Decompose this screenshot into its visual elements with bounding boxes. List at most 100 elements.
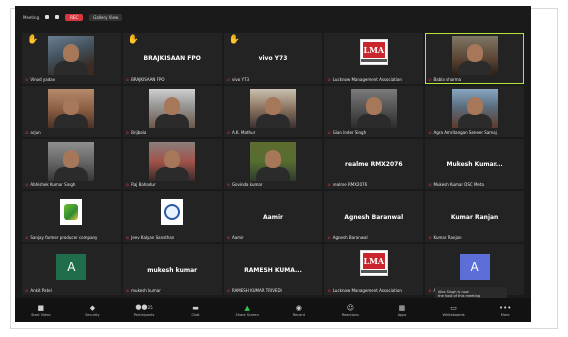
security-label: Security (85, 312, 100, 317)
participant-name-text: Vinod yadav (30, 76, 56, 82)
person-head-shape (63, 44, 80, 62)
participant-video (350, 88, 397, 128)
whiteboards-label: Whiteboards (442, 312, 465, 317)
logo-text: LMA (363, 45, 385, 55)
participant-tile[interactable]: ✋ vivo Y73 ⊘ vivo Y73 (223, 33, 323, 84)
recording-badge[interactable]: REC (65, 13, 84, 21)
record-label: Record (292, 312, 305, 317)
more-button[interactable]: ••• More (479, 298, 531, 322)
participant-tile[interactable]: LMA ⊘ Lucknow Management Association (324, 33, 424, 84)
participant-tile[interactable]: A ⊘ Ankit Patel (22, 244, 121, 295)
participant-display-name: mukesh kumar (147, 266, 198, 274)
participant-name-label: ⊘ Agra Amritangan Seneer Samaj (428, 130, 497, 135)
muted-mic-icon: ⊘ (125, 76, 130, 82)
person-head-shape (466, 44, 483, 62)
participant-tile[interactable]: ⊘ Govinda kumar (223, 138, 323, 190)
participant-name-label: ⊘ Govinda kumar (227, 182, 263, 187)
participant-name-label: ⊘ arjun (25, 130, 41, 135)
view-selector[interactable]: Gallery View (89, 13, 123, 21)
person-head-shape (164, 96, 181, 115)
participant-tile[interactable]: ⊘ Agra Amritangan Seneer Samaj (425, 85, 524, 137)
participant-tile[interactable]: ⊘ Abhishek Kumar Singh (22, 138, 121, 190)
whiteboards-button[interactable]: ▭ Whiteboards (428, 298, 480, 322)
share-screen-button[interactable]: ▲ Share Screen (221, 298, 273, 322)
participant-name-text: mukesh kumar (131, 287, 161, 293)
participant-video (249, 141, 296, 181)
participant-tile[interactable]: ✋ ⊘ Vinod yadav (22, 33, 121, 84)
participant-tile[interactable]: ⊘ Raj Bahadur (122, 138, 222, 190)
participant-name-text: BRAJKISAAN FPO (131, 76, 165, 82)
participant-name-text: Lucknow Management Association (332, 76, 402, 82)
participant-tile[interactable]: Aamir ⊘ Aamir (223, 191, 323, 243)
shield-icon[interactable] (45, 15, 50, 19)
chat-button[interactable]: ▬ Chat (170, 298, 222, 322)
participant-video (451, 88, 498, 128)
muted-mic-icon: ⊘ (226, 76, 230, 82)
security-button[interactable]: ◆ Security (67, 298, 119, 322)
share-screen-label: Share Screen (235, 312, 259, 317)
participant-video (149, 141, 196, 181)
participant-name-label: ⊘ BRAJKISAAN FPO (126, 77, 165, 82)
meeting-toolbar: ■ Start Video ◆ Security ●●25 Participan… (15, 298, 531, 322)
participant-tile[interactable]: ⊘ Sanjay farmer producer company (22, 191, 121, 243)
start-video-label: Start Video (31, 312, 51, 317)
participant-tile[interactable]: ✋ BRAJKISAAN FPO ⊘ BRAJKISAAN FPO (122, 33, 222, 84)
person-head-shape (63, 96, 80, 115)
start-video-button[interactable]: ■ Start Video (15, 298, 67, 322)
participant-display-name: realme RMX2076 (345, 160, 403, 168)
participant-name-label: ⊘ Agnesh Baranwal (327, 235, 367, 240)
participant-name-text: Brijbala (131, 129, 147, 135)
participant-grid: ✋ ⊘ Vinod yadav ✋ BRAJKISAAN FPO ⊘ BRAJKISAAN … (22, 33, 524, 295)
participant-name-label: ⊘ Abhishek Kumar Singh (25, 182, 75, 187)
participant-video (48, 88, 95, 128)
participant-tile[interactable]: Agnesh Baranwal ⊘ Agnesh Baranwal (324, 191, 424, 243)
participant-tile[interactable]: ⊘ Brijbala (122, 85, 222, 137)
muted-mic-icon: ⊘ (125, 235, 130, 241)
organization-logo (60, 199, 83, 226)
muted-mic-icon: ⊘ (25, 182, 29, 188)
logo-strip (360, 59, 387, 62)
reactions-button[interactable]: ☺ Reactions (325, 298, 377, 322)
participant-tile[interactable]: LMA ⊘ Lucknow Management Association (324, 244, 424, 295)
person-head-shape (264, 149, 281, 168)
person-shoulders-shape (54, 61, 89, 75)
participant-name-label: ⊘ Gian Inder Singh (327, 130, 366, 135)
muted-mic-icon: ⊘ (125, 287, 130, 293)
more-dots-icon: ••• (498, 303, 512, 312)
muted-mic-icon: ⊘ (428, 287, 432, 293)
participant-name-text: Lucknow Management Association (332, 287, 402, 293)
person-head-shape (164, 149, 181, 168)
info-icon[interactable] (55, 15, 60, 19)
participant-name-label: ⊘ vivo Y73 (227, 77, 249, 82)
participant-name-label: ⊘ Brijbala (126, 130, 147, 135)
muted-mic-icon: ⊘ (226, 287, 230, 293)
participant-tile[interactable]: RAMESH KUMA... ⊘ RAMESH KUMAR TRIVEDI (223, 244, 323, 295)
participant-tile[interactable]: ⊘ Babla sharma (425, 33, 524, 84)
participant-tile[interactable]: ⊘ arjun (22, 85, 121, 137)
participant-video (451, 36, 498, 75)
participant-tile[interactable]: Mukesh Kumar... ⊘ Mukesh Kumar DSC Meta (425, 138, 524, 190)
circle-emblem-icon (164, 204, 181, 221)
participant-tile[interactable]: ⊘ Gian Inder Singh (324, 85, 424, 137)
participants-button[interactable]: ●●25 Participants (118, 298, 170, 322)
participant-name-text: vivo Y73 (231, 76, 250, 82)
apps-button[interactable]: ▦ Apps (376, 298, 428, 322)
participant-tile[interactable]: mukesh kumar ⊘ mukesh kumar (122, 244, 222, 295)
person-shoulders-shape (255, 166, 290, 181)
record-button[interactable]: ◉ Record (273, 298, 325, 322)
participant-tile[interactable]: ⊘ Jeev Kalyan Sansthan (122, 191, 222, 243)
person-head-shape (264, 96, 281, 115)
participant-tile[interactable]: ⊘ A.K. Mathur (223, 85, 323, 137)
participant-tile[interactable]: Kumar Ranjan ⊘ Kumar Ranjan (425, 191, 524, 243)
participant-tile[interactable]: realme RMX2076 ⊘ realme RMX2076 (324, 138, 424, 190)
muted-mic-icon: ⊘ (125, 129, 130, 135)
muted-mic-icon: ⊘ (428, 182, 432, 188)
person-head-shape (365, 96, 382, 115)
participant-name-label: ⊘ Lucknow Management Association (327, 77, 402, 82)
participant-name-label: ⊘ A.K. Mathur (227, 130, 256, 135)
participant-name-text: Jeev Kalyan Sansthan (131, 235, 175, 241)
participant-name-text: Agra Amritangan Seneer Samaj (433, 129, 497, 135)
muted-mic-icon: ⊘ (25, 129, 29, 135)
chat-label: Chat (191, 312, 200, 317)
lma-logo: LMA (359, 39, 388, 65)
